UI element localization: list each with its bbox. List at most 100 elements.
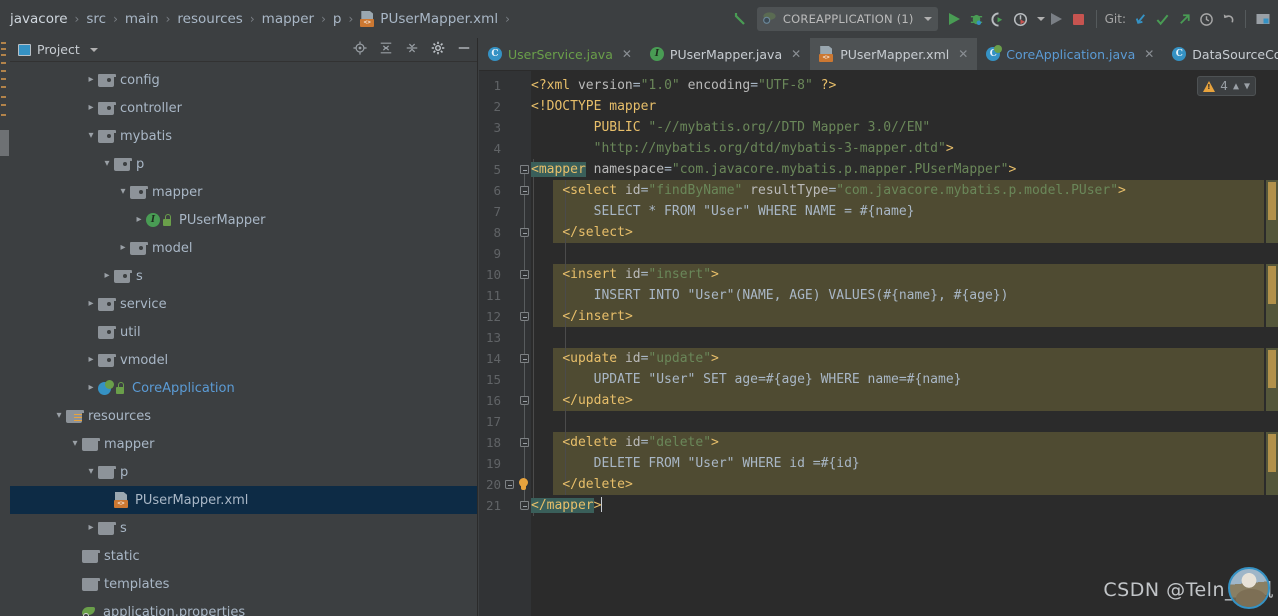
chevron-right-icon[interactable]: ▸ <box>116 243 130 253</box>
chevron-down-icon[interactable]: ▾ <box>100 159 114 169</box>
tree-item[interactable]: ▸ s <box>10 514 477 542</box>
layout-settings-icon[interactable] <box>1252 0 1274 38</box>
tree-item-selected[interactable]: <> PUserMapper.xml <box>10 486 477 514</box>
code-line[interactable]: </mapper> <box>531 495 1278 516</box>
code-fold-toggle[interactable] <box>520 165 529 174</box>
strip-scrollbar[interactable] <box>0 130 9 156</box>
tree-item[interactable]: templates <box>10 570 477 598</box>
tree-item[interactable]: ▸ service <box>10 290 477 318</box>
code-line[interactable]: PUBLIC "-//mybatis.org//DTD Mapper 3.0//… <box>531 117 1278 138</box>
code-fold-toggle[interactable] <box>520 312 529 321</box>
code-fold-toggle[interactable] <box>520 396 529 405</box>
breadcrumb-item[interactable]: mapper <box>258 0 318 38</box>
code-line[interactable]: SELECT * FROM "User" WHERE NAME = #{name… <box>531 201 1278 222</box>
tree-item[interactable]: ▾ p <box>10 458 477 486</box>
run-with-coverage-icon[interactable] <box>988 0 1010 38</box>
code-line[interactable]: <?xml version="1.0" encoding="UTF-8" ?> <box>531 75 1278 96</box>
code-line[interactable]: <insert id="insert"> <box>531 264 1278 285</box>
editor-tab[interactable]: C UserService.java ✕ <box>479 38 641 70</box>
chevron-down-icon[interactable] <box>89 47 98 52</box>
close-icon[interactable]: ✕ <box>791 47 801 61</box>
warning-marker[interactable] <box>1268 266 1276 304</box>
close-icon[interactable]: ✕ <box>622 47 632 61</box>
locate-icon[interactable] <box>353 41 367 58</box>
code-line[interactable]: <select id="findByName" resultType="com.… <box>531 180 1278 201</box>
breadcrumb-item[interactable]: resources <box>173 0 246 38</box>
close-icon[interactable]: ✕ <box>1144 47 1154 61</box>
tree-item[interactable]: ▾ mybatis <box>10 122 477 150</box>
warning-marker[interactable] <box>1268 182 1276 220</box>
tree-item[interactable]: ▾ mapper <box>10 178 477 206</box>
tree-item[interactable]: ▸ s <box>10 262 477 290</box>
tree-item[interactable]: ▸ I PUserMapper <box>10 206 477 234</box>
rollback-icon[interactable] <box>1217 0 1239 38</box>
chevron-up-icon[interactable]: ▲ <box>1233 81 1239 92</box>
push-icon[interactable] <box>1173 0 1195 38</box>
tree-item[interactable]: ▾ mapper <box>10 430 477 458</box>
breadcrumb-item[interactable]: javacore <box>6 0 72 38</box>
chevron-down-icon[interactable]: ▾ <box>116 187 130 197</box>
close-icon[interactable]: ✕ <box>958 47 968 61</box>
code-fold-toggle[interactable] <box>520 354 529 363</box>
chevron-down-icon[interactable] <box>923 17 932 21</box>
expand-all-icon[interactable] <box>379 41 393 58</box>
chevron-down-icon[interactable]: ▼ <box>1244 81 1250 92</box>
breadcrumb-item[interactable]: src <box>82 0 110 38</box>
chevron-right-icon[interactable]: ▸ <box>84 523 98 533</box>
editor-tab[interactable]: C DataSourceConfiguration.j <box>1163 38 1278 70</box>
marker-bar[interactable] <box>1264 71 1278 616</box>
stop-icon[interactable] <box>1068 0 1090 38</box>
profiler-icon[interactable] <box>1010 0 1032 38</box>
code-fold-toggle[interactable] <box>520 270 529 279</box>
tree-item[interactable]: ▸ CoreApplication <box>10 374 477 402</box>
code-line[interactable]: </delete> <box>531 474 1278 495</box>
breadcrumb-item[interactable]: p <box>329 0 346 38</box>
code-line[interactable] <box>531 243 1278 264</box>
code-line[interactable]: </insert> <box>531 306 1278 327</box>
collapse-all-icon[interactable] <box>405 41 419 58</box>
code-line[interactable]: DELETE FROM "User" WHERE id =#{id} <box>531 453 1278 474</box>
code-line[interactable] <box>531 411 1278 432</box>
warning-marker[interactable] <box>1268 350 1276 388</box>
tree-item[interactable]: static <box>10 542 477 570</box>
back-arrow-icon[interactable] <box>729 0 751 38</box>
intention-bulb-icon[interactable] <box>517 478 529 492</box>
tree-item[interactable]: ▾ resources <box>10 402 477 430</box>
code-line[interactable]: </update> <box>531 390 1278 411</box>
commit-icon[interactable] <box>1151 0 1173 38</box>
code-fold-toggle[interactable] <box>520 501 529 510</box>
tree-item[interactable]: ▸ vmodel <box>10 346 477 374</box>
update-project-icon[interactable] <box>1129 0 1151 38</box>
chevron-down-icon[interactable]: ▾ <box>84 131 98 141</box>
chevron-right-icon[interactable]: ▸ <box>100 271 114 281</box>
tree-item[interactable]: util <box>10 318 477 346</box>
history-icon[interactable] <box>1195 0 1217 38</box>
code-line[interactable]: </select> <box>531 222 1278 243</box>
tree-item[interactable]: ▸ model <box>10 234 477 262</box>
code-fold-toggle[interactable] <box>520 228 529 237</box>
project-panel-title[interactable]: Project <box>18 42 98 57</box>
tree-item[interactable]: ▾ p <box>10 150 477 178</box>
code-fold-toggle[interactable] <box>520 186 529 195</box>
chevron-right-icon[interactable]: ▸ <box>84 383 98 393</box>
profiler-dropdown-icon[interactable] <box>1032 0 1046 38</box>
inspection-widget[interactable]: 4 ▲ ▼ <box>1197 76 1256 96</box>
tree-item[interactable]: ▸ controller <box>10 94 477 122</box>
editor-tab[interactable]: C CoreApplication.java ✕ <box>977 38 1163 70</box>
code-line[interactable]: <update id="update"> <box>531 348 1278 369</box>
breadcrumb-item[interactable]: main <box>121 0 163 38</box>
settings-gear-icon[interactable] <box>431 41 445 58</box>
code-line[interactable]: <mapper namespace="com.javacore.mybatis.… <box>531 159 1278 180</box>
code-line[interactable]: <!DOCTYPE mapper <box>531 96 1278 117</box>
warning-marker[interactable] <box>1268 434 1276 472</box>
chevron-down-icon[interactable]: ▾ <box>68 439 82 449</box>
code-fold-toggle[interactable] <box>520 438 529 447</box>
code-line[interactable]: <delete id="delete"> <box>531 432 1278 453</box>
debug-icon[interactable] <box>966 0 988 38</box>
breadcrumb-file[interactable]: <> PUserMapper.xml <box>356 0 502 38</box>
chevron-right-icon[interactable]: ▸ <box>84 299 98 309</box>
rerun-icon[interactable] <box>1046 0 1068 38</box>
chevron-down-icon[interactable]: ▾ <box>84 467 98 477</box>
code-editor[interactable]: 1 2 3 4 5 6 7 8 9 10 11 12 13 14 15 16 17 18 19 20 21 <?xml … <box>479 71 1278 616</box>
code-line[interactable]: "http://mybatis.org/dtd/mybatis-3-mapper… <box>531 138 1278 159</box>
